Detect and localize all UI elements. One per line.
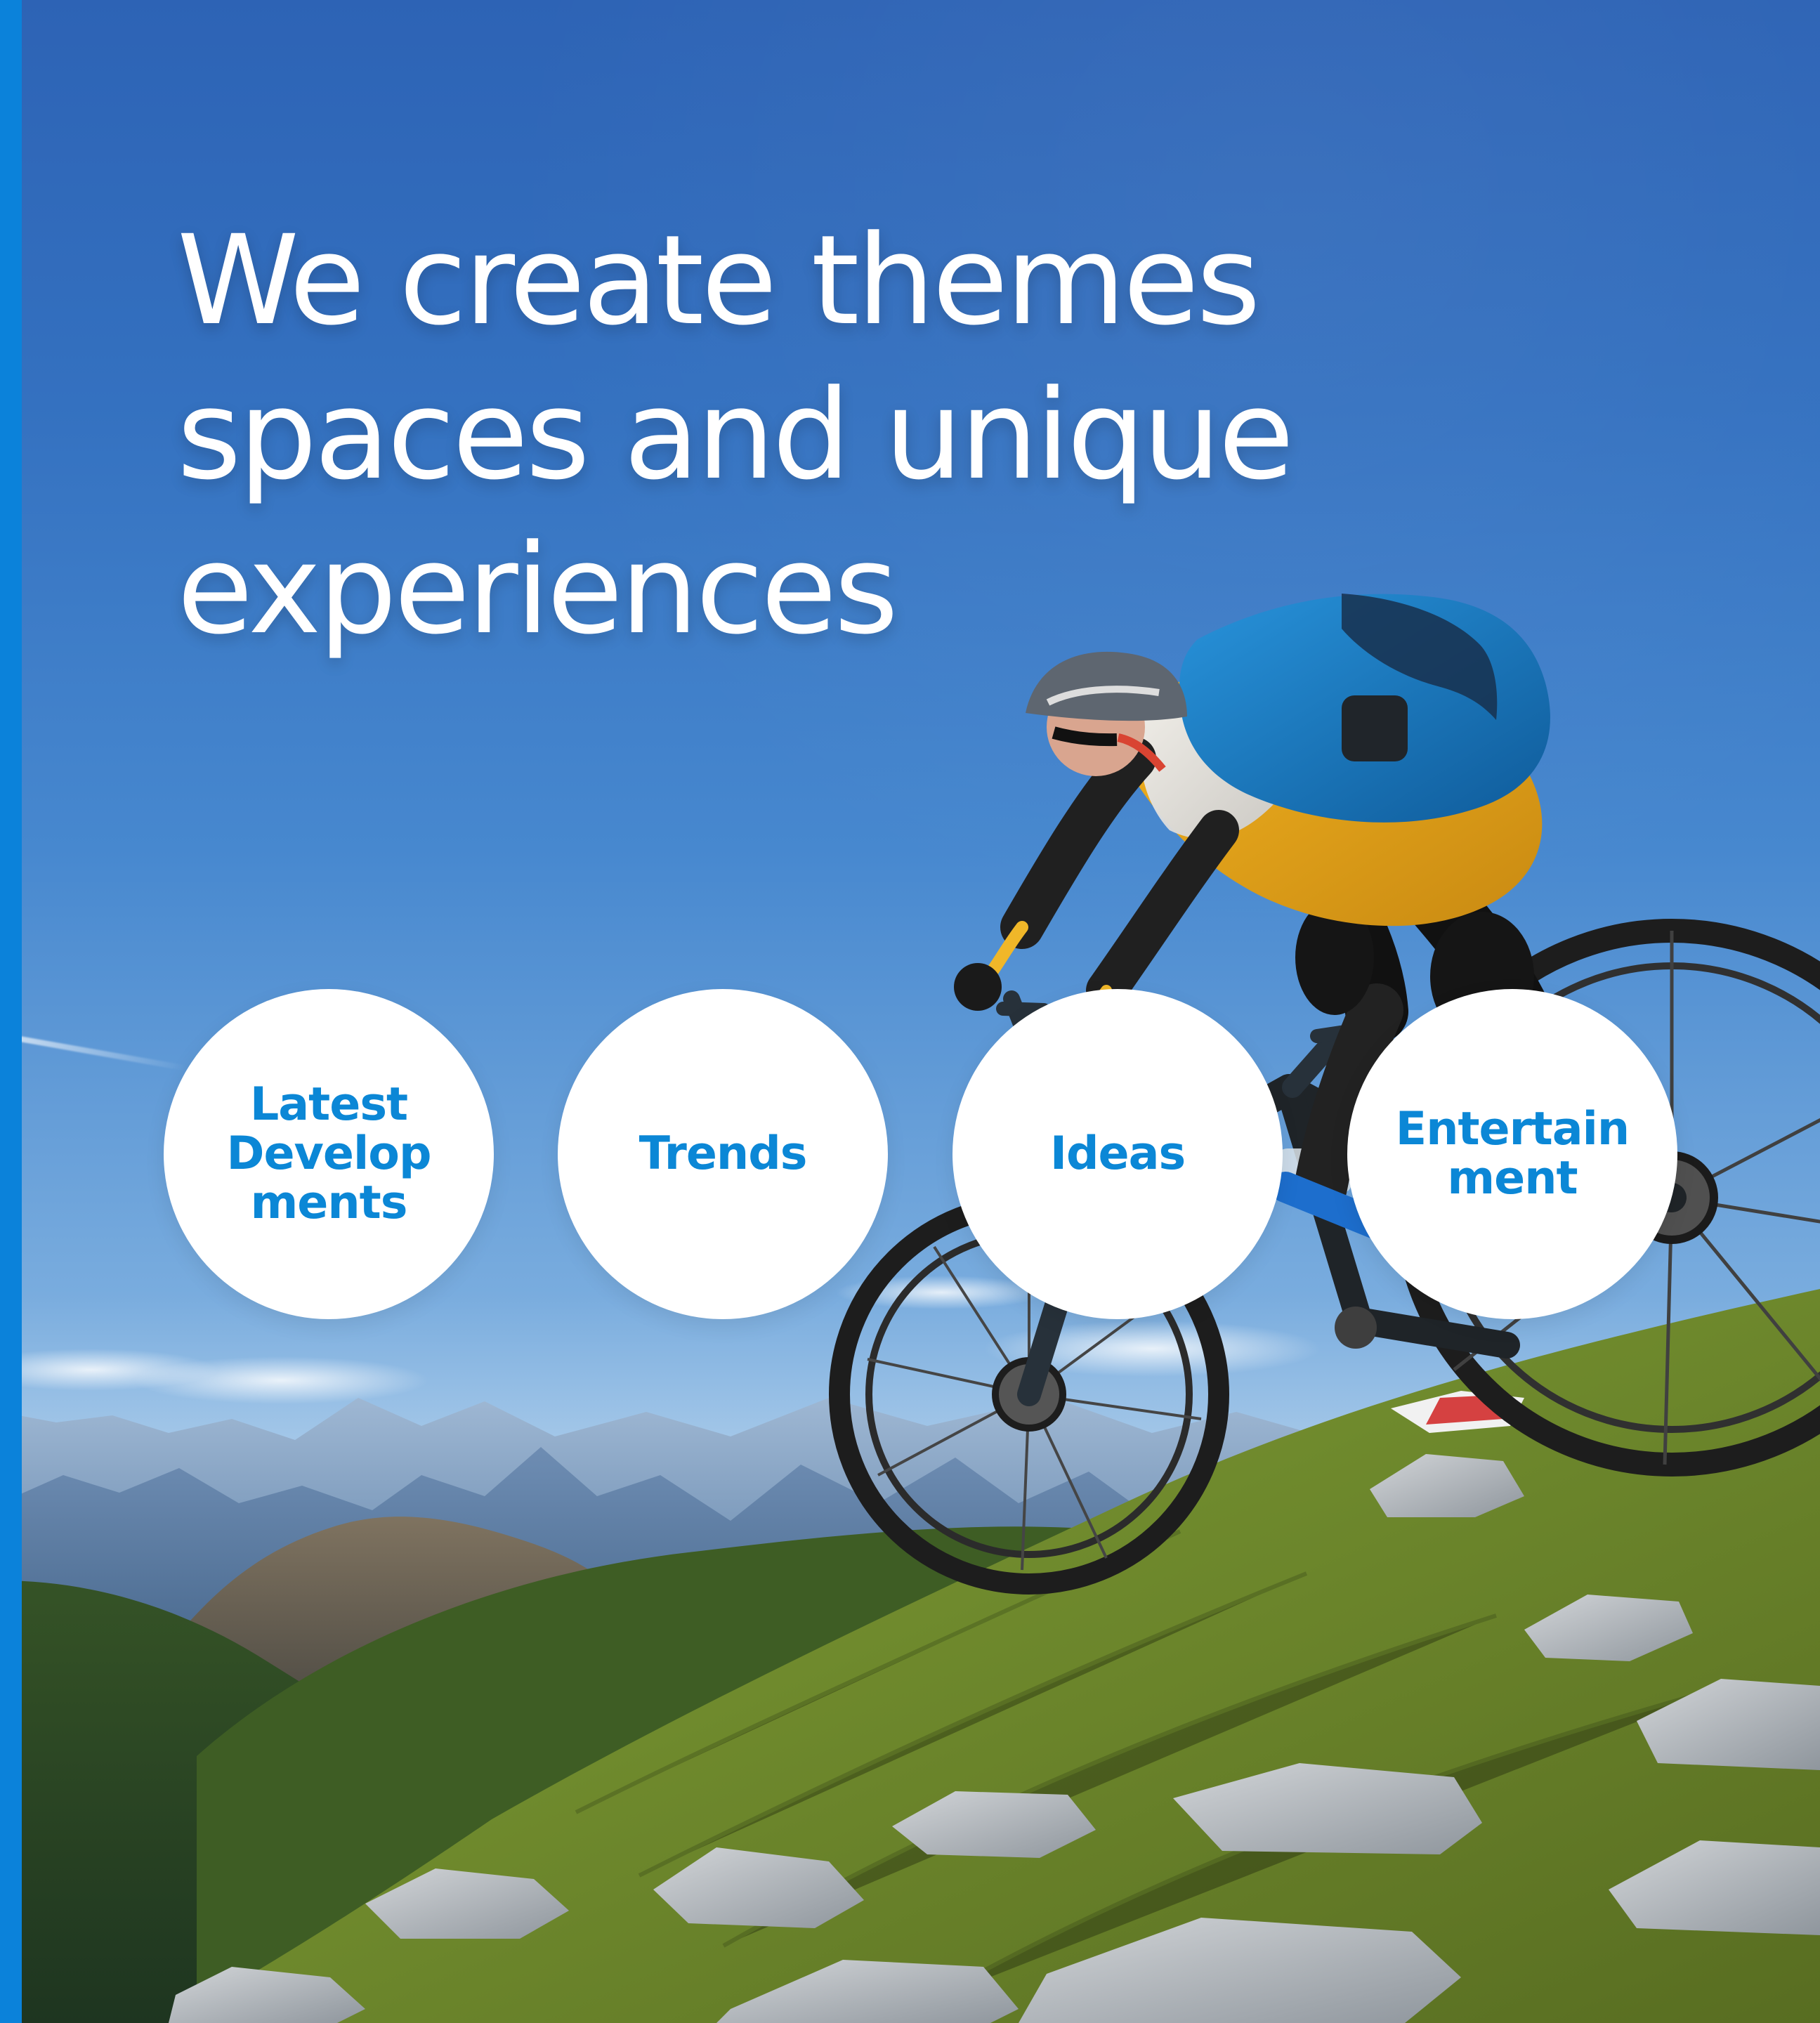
topic-label-entertainment: Entertain ment bbox=[1395, 1103, 1630, 1205]
hero-section: We create themes spaces and unique exper… bbox=[0, 0, 1820, 2023]
topic-label-latest-developments: Latest Develop ments bbox=[226, 1078, 432, 1229]
topic-circle-latest-developments[interactable]: Latest Develop ments bbox=[164, 989, 494, 1319]
hero-headline-line-2: spaces and unique bbox=[177, 363, 1295, 507]
topic-circle-ideas[interactable]: Ideas bbox=[952, 989, 1283, 1319]
topic-circle-trends[interactable]: Trends bbox=[558, 989, 888, 1319]
left-accent-bar bbox=[0, 0, 22, 2023]
hero-headline: We create themes spaces and unique exper… bbox=[177, 204, 1371, 667]
topic-label-ideas: Ideas bbox=[1049, 1127, 1186, 1180]
topic-circle-entertainment[interactable]: Entertain ment bbox=[1347, 989, 1677, 1319]
topic-label-trends: Trends bbox=[639, 1127, 808, 1180]
hero-headline-line-1: We create themes bbox=[177, 209, 1261, 353]
hero-headline-line-3: experiences bbox=[177, 518, 898, 662]
